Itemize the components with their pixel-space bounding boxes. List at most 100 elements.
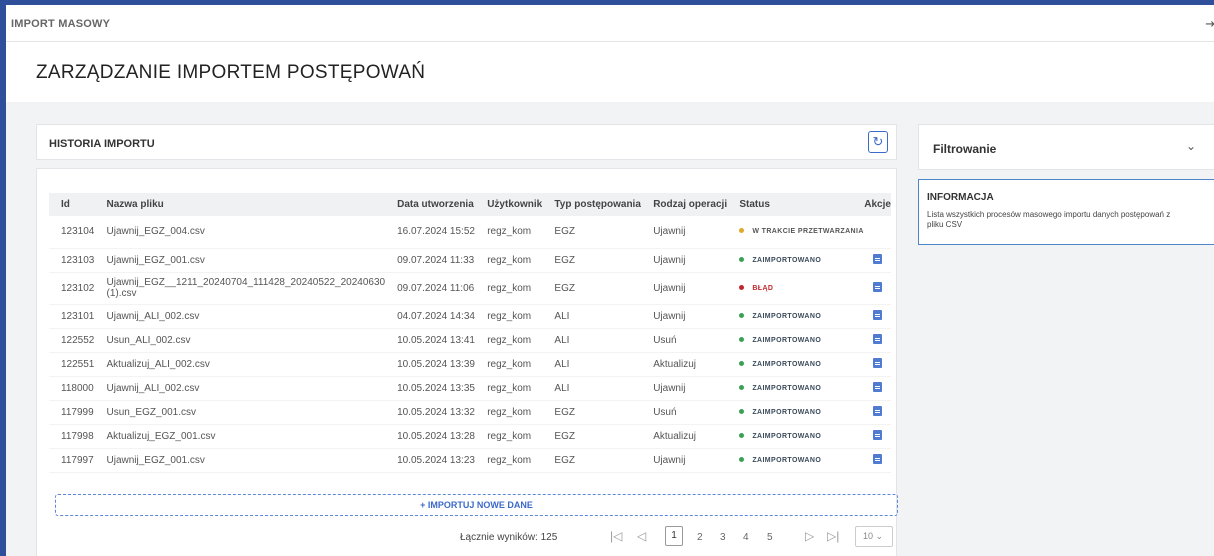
import-new-data-button[interactable]: + IMPORTUJ NOWE DANE (55, 494, 898, 516)
page-header: ZARZĄDZANIE IMPORTEM POSTĘPOWAŃ (6, 42, 1214, 102)
column-header-user: Użytkownik (475, 193, 543, 216)
cell-date: 04.07.2024 14:34 (385, 304, 476, 329)
cell-type: ALI (542, 352, 642, 377)
document-icon[interactable] (873, 253, 883, 264)
cell-file: Usun_ALI_002.csv (94, 328, 386, 353)
last-page-icon[interactable]: ▷| (827, 529, 839, 543)
cell-id: 117997 (49, 448, 95, 473)
cell-actions (864, 424, 891, 449)
page-3-button[interactable]: 3 (720, 532, 726, 543)
results-total: Łącznie wyników: 125 (460, 532, 558, 543)
status-label: ZAIMPORTOWANO (752, 432, 822, 440)
cell-user: regz_kom (475, 448, 543, 473)
table-row[interactable]: 122551 Aktualizuj_ALI_002.csv 10.05.2024 1… (49, 352, 891, 377)
document-icon[interactable] (873, 381, 883, 392)
column-header-actions: Akcje (864, 193, 891, 216)
page-size-value: 10 (863, 531, 874, 541)
cell-op: Usuń (641, 328, 728, 353)
table-row[interactable]: 117997 Ujawnij_EGZ_001.csv 10.05.2024 13:2… (49, 448, 891, 473)
status-label: W TRAKCIE PRZETWARZANIA (752, 227, 864, 235)
cell-type: EGZ (542, 216, 642, 249)
cell-op: Aktualizuj (641, 352, 728, 377)
status-label: ZAIMPORTOWANO (752, 384, 822, 392)
cell-id: 123102 (49, 272, 95, 305)
document-icon[interactable] (873, 357, 883, 368)
cell-op: Ujawnij (641, 448, 728, 473)
column-header-file: Nazwa pliku (94, 193, 386, 216)
first-page-icon[interactable]: |◁ (610, 529, 622, 543)
page-5-button[interactable]: 5 (767, 532, 773, 543)
cell-op: Ujawnij (641, 216, 728, 249)
filter-panel[interactable]: Filtrowanie ⌄ (918, 124, 1214, 170)
document-icon[interactable] (873, 405, 883, 416)
status-label: ZAIMPORTOWANO (752, 360, 822, 368)
next-page-icon[interactable]: ▷ (805, 529, 814, 543)
cell-id: 123104 (49, 216, 95, 249)
document-icon[interactable] (873, 453, 883, 464)
document-icon[interactable] (873, 309, 883, 320)
cell-file: Ujawnij_ALI_002.csv (94, 304, 386, 329)
cell-user: regz_kom (475, 352, 543, 377)
status-dot (739, 313, 745, 319)
info-title: INFORMACJA (927, 192, 994, 203)
cell-actions (864, 328, 891, 353)
history-table: Id Nazwa pliku Data utworzenia Użytkownik Ty… (49, 193, 891, 473)
table-row[interactable]: 123103 Ujawnij_EGZ_001.csv 09.07.2024 11:3… (49, 248, 891, 273)
cell-file: Aktualizuj_EGZ_001.csv (94, 424, 386, 449)
table-row[interactable]: 117999 Usun_EGZ_001.csv 10.05.2024 13:32 re… (49, 400, 891, 425)
cell-op: Ujawnij (641, 304, 728, 329)
cell-file: Ujawnij_EGZ_001.csv (94, 248, 386, 273)
table-row[interactable]: 123104 Ujawnij_EGZ_004.csv 16.07.2024 15:5… (49, 216, 891, 249)
cell-id: 117999 (49, 400, 95, 425)
cell-date: 10.05.2024 13:23 (385, 448, 476, 473)
status-badge: ZAIMPORTOWANO (739, 457, 864, 464)
cell-date: 10.05.2024 13:39 (385, 352, 476, 377)
status-label: ZAIMPORTOWANO (752, 408, 822, 416)
document-icon[interactable] (873, 429, 883, 440)
page-1-button[interactable]: 1 (665, 526, 683, 546)
column-header-type: Typ postępowania (542, 193, 642, 216)
cell-status: ZAIMPORTOWANO (727, 304, 865, 329)
filter-title: Filtrowanie (933, 142, 997, 156)
cell-actions (864, 376, 891, 401)
chevron-down-icon[interactable]: ⌄ (1186, 139, 1196, 153)
status-dot (739, 433, 745, 439)
document-icon[interactable] (873, 333, 883, 344)
refresh-icon[interactable]: ↻ (868, 131, 888, 153)
cell-type: EGZ (542, 272, 642, 305)
cell-actions (864, 272, 891, 305)
status-badge: ZAIMPORTOWANO (739, 409, 864, 416)
cell-id: 122552 (49, 328, 95, 353)
cell-user: regz_kom (475, 304, 543, 329)
cell-date: 10.05.2024 13:35 (385, 376, 476, 401)
page-title: ZARZĄDZANIE IMPORTEM POSTĘPOWAŃ (36, 62, 426, 83)
page-2-button[interactable]: 2 (697, 532, 703, 543)
page-size-select[interactable]: 10 ⌄ (855, 526, 893, 547)
table-row[interactable]: 122552 Usun_ALI_002.csv 10.05.2024 13:41 re… (49, 328, 891, 353)
cell-status: ZAIMPORTOWANO (727, 400, 865, 425)
app-frame: IMPORT MASOWY ⇥ ZARZĄDZANIE IMPORTEM POS… (0, 0, 1214, 556)
status-dot (739, 337, 745, 343)
cell-actions (864, 248, 891, 273)
status-label: ZAIMPORTOWANO (752, 336, 822, 344)
document-icon[interactable] (873, 281, 883, 292)
status-badge: ZAIMPORTOWANO (739, 337, 864, 344)
cell-status: ZAIMPORTOWANO (727, 424, 865, 449)
info-text: Lista wszystkich procesów masowego impor… (927, 210, 1171, 229)
status-label: ZAIMPORTOWANO (752, 256, 822, 264)
prev-page-icon[interactable]: ◁ (637, 529, 646, 543)
cell-actions (864, 304, 891, 329)
table-body: 123104 Ujawnij_EGZ_004.csv 16.07.2024 15:5… (49, 216, 891, 473)
table-row[interactable]: 118000 Ujawnij_ALI_002.csv 10.05.2024 13:3… (49, 376, 891, 401)
table-row[interactable]: 123102 Ujawnij_EGZ__1211_20240704_111428_… (49, 272, 891, 305)
cell-status: ZAIMPORTOWANO (727, 448, 865, 473)
cell-type: EGZ (542, 400, 642, 425)
table-row[interactable]: 123101 Ujawnij_ALI_002.csv 04.07.2024 14:3… (49, 304, 891, 329)
sign-out-icon[interactable]: ⇥ (1205, 16, 1214, 32)
cell-file: Usun_EGZ_001.csv (94, 400, 386, 425)
top-bar: IMPORT MASOWY ⇥ (6, 5, 1214, 42)
status-dot (739, 361, 745, 367)
table-row[interactable]: 117998 Aktualizuj_EGZ_001.csv 10.05.2024 1… (49, 424, 891, 449)
page-4-button[interactable]: 4 (743, 532, 749, 543)
status-dot (739, 409, 745, 415)
